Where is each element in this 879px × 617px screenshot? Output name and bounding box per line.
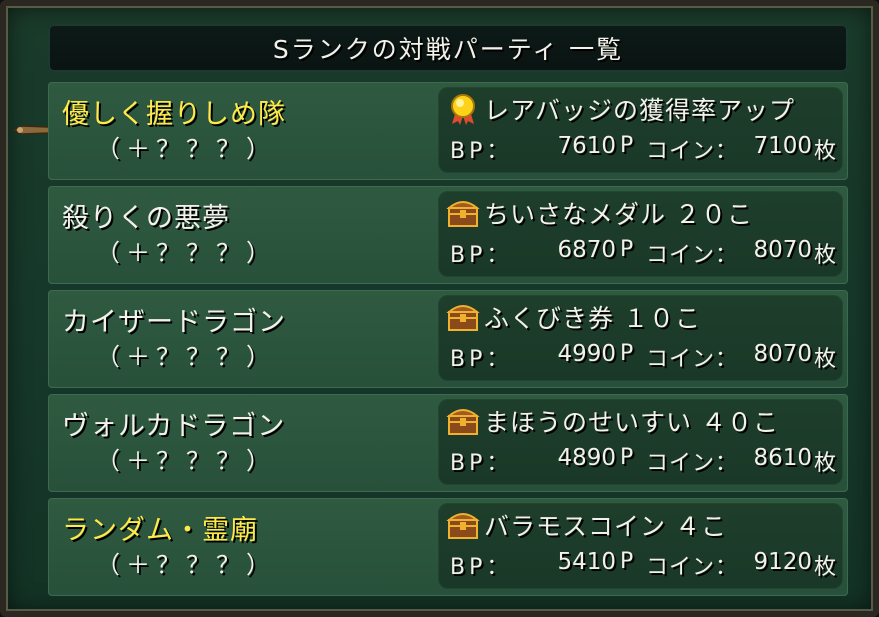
party-level: （＋？？？） [96,135,276,163]
coin-value: 9120 [753,549,812,575]
reward-panel: ふくびき券 １０こ BP： 4990 P コイン： 8070 枚 [438,295,843,381]
treasure-chest-icon [446,201,480,227]
coin-unit: 枚 [813,139,836,164]
bp-unit: P [620,237,634,262]
coin-label: コイン： [646,139,739,164]
party-row[interactable]: カイザードラゴン （＋？？？） ふくびき券 １０こ BP： 4990 P コイン… [48,290,848,388]
coin-value: 7100 [753,133,812,159]
coin-value: 8070 [753,237,812,263]
coin-label: コイン： [646,347,739,372]
stats-line: BP： 7610 P コイン： 7100 枚 [450,133,840,164]
coin-label: コイン： [646,243,739,268]
reward-text: ちいさなメダル ２０こ [484,200,753,229]
reward-text: バラモスコイン ４こ [484,512,727,541]
title-bar: Sランクの対戦パーティ 一覧 [48,24,848,72]
stats-line: BP： 4990 P コイン： 8070 枚 [450,341,840,372]
party-name: ヴォルカドラゴン [62,411,286,442]
bp-value: 6870 [557,237,616,263]
stats-line: BP： 6870 P コイン： 8070 枚 [450,237,840,268]
reward-panel: バラモスコイン ４こ BP： 5410 P コイン： 9120 枚 [438,503,843,589]
party-name: 優しく握りしめ隊 [62,99,286,130]
bp-label: BP： [450,555,513,580]
party-row[interactable]: 優しく握りしめ隊 （＋？？？） レアバッジの獲得率アップ BP： 7610 P … [48,82,848,180]
stats-line: BP： 5410 P コイン： 9120 枚 [450,549,840,580]
party-level: （＋？？？） [96,239,276,267]
party-name: カイザードラゴン [62,307,286,338]
coin-label: コイン： [646,451,739,476]
treasure-chest-icon [446,305,480,331]
party-row[interactable]: ランダム・霊廟 （＋？？？） バラモスコイン ４こ BP： 5410 P コイン… [48,498,848,596]
reward-text: ふくびき券 １０こ [484,304,701,333]
reward-text: まほうのせいすい ４０こ [484,408,779,437]
badge-icon [451,94,475,125]
bp-value: 7610 [557,133,616,159]
coin-unit: 枚 [813,347,836,372]
coin-unit: 枚 [813,243,836,268]
treasure-chest-icon [446,513,480,539]
bp-unit: P [620,341,634,366]
bp-label: BP： [450,451,513,476]
bp-label: BP： [450,139,513,164]
party-row[interactable]: 殺りくの悪夢 （＋？？？） ちいさなメダル ２０こ BP： 6870 P コイン… [48,186,848,284]
coin-value: 8070 [753,341,812,367]
reward-panel: ちいさなメダル ２０こ BP： 6870 P コイン： 8070 枚 [438,191,843,277]
page-title: Sランクの対戦パーティ 一覧 [272,35,624,64]
reward-panel: レアバッジの獲得率アップ BP： 7610 P コイン： 7100 枚 [438,87,843,173]
party-row[interactable]: ヴォルカドラゴン （＋？？？） まほうのせいすい ４０こ BP： 4890 P … [48,394,848,492]
coin-value: 8610 [753,445,812,471]
coin-label: コイン： [646,555,739,580]
bp-label: BP： [450,243,513,268]
reward-text: レアバッジの獲得率アップ [484,96,796,125]
party-name: 殺りくの悪夢 [62,203,230,234]
coin-unit: 枚 [813,555,836,580]
party-name: ランダム・霊廟 [62,515,258,546]
bp-unit: P [620,133,634,158]
bp-unit: P [620,549,634,574]
party-level: （＋？？？） [96,447,276,475]
bp-unit: P [620,445,634,470]
party-level: （＋？？？） [96,551,276,579]
bp-value: 5410 [557,549,616,575]
bp-value: 4890 [557,445,616,471]
party-level: （＋？？？） [96,343,276,371]
treasure-chest-icon [446,409,480,435]
reward-panel: まほうのせいすい ４０こ BP： 4890 P コイン： 8610 枚 [438,399,843,485]
menu-window: Sランクの対戦パーティ 一覧 優しく握りしめ隊 （＋？？？） レアバッジの獲得率… [0,0,879,617]
stats-line: BP： 4890 P コイン： 8610 枚 [450,445,840,476]
bp-value: 4990 [557,341,616,367]
bp-label: BP： [450,347,513,372]
coin-unit: 枚 [813,451,836,476]
